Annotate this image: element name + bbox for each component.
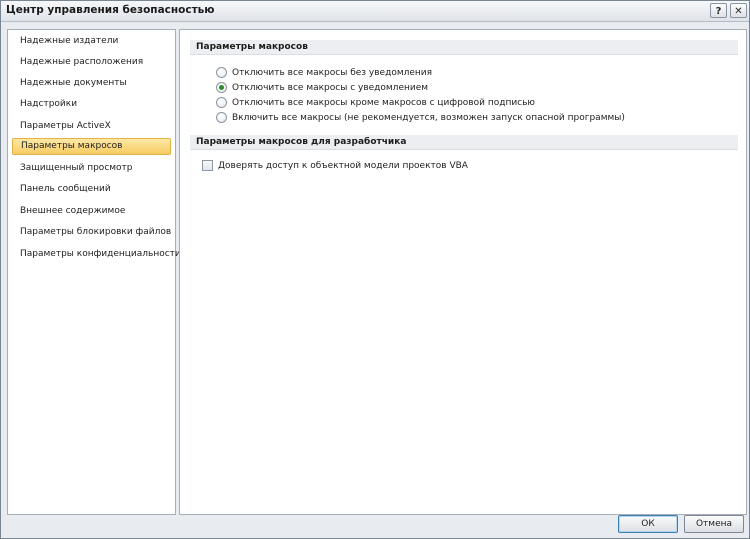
window-title: Центр управления безопасностью — [6, 4, 215, 16]
trust-center-dialog: Центр управления безопасностью ? ✕ Надеж… — [0, 0, 750, 539]
sidebar-item-protected-view[interactable]: Защищенный просмотр — [12, 160, 171, 177]
vba-access-checkbox[interactable] — [202, 160, 213, 171]
sidebar-item-privacy-options[interactable]: Параметры конфиденциальности — [12, 246, 181, 263]
sidebar-item-add-ins[interactable]: Надстройки — [12, 96, 171, 113]
radio-button[interactable] — [216, 112, 227, 123]
title-bar: Центр управления безопасностью ? ✕ — [1, 1, 749, 22]
settings-panel: Параметры макросов Отключить все макросы… — [179, 29, 747, 515]
radio-button[interactable] — [216, 97, 227, 108]
radio-button-selected[interactable] — [216, 82, 227, 93]
radio-label: Отключить все макросы без уведомления — [232, 68, 433, 78]
sidebar-item-trusted-locations[interactable]: Надежные расположения — [12, 54, 171, 71]
macro-settings-heading: Параметры макросов — [190, 40, 738, 55]
ok-button[interactable]: ОК — [618, 515, 678, 533]
sidebar-item-external-content[interactable]: Внешнее содержимое — [12, 203, 171, 220]
developer-settings-heading: Параметры макросов для разработчика — [190, 135, 738, 150]
vba-access-label: Доверять доступ к объектной модели проек… — [218, 161, 468, 171]
close-button[interactable]: ✕ — [730, 3, 747, 18]
radio-label: Включить все макросы (не рекомендуется, … — [232, 113, 625, 123]
sidebar-item-trusted-documents[interactable]: Надежные документы — [12, 75, 171, 92]
sidebar-item-activex-settings[interactable]: Параметры ActiveX — [12, 118, 171, 135]
help-button[interactable]: ? — [710, 3, 727, 18]
category-sidebar: Надежные издатели Надежные расположения … — [7, 29, 181, 515]
radio-label: Отключить все макросы с уведомлением — [232, 83, 429, 93]
radio-button[interactable] — [216, 67, 227, 78]
radio-label: Отключить все макросы кроме макросов с ц… — [232, 98, 536, 108]
sidebar-item-trusted-publishers[interactable]: Надежные издатели — [12, 33, 171, 50]
sidebar-item-macro-settings[interactable]: Параметры макросов — [12, 138, 171, 155]
sidebar-item-file-block-settings[interactable]: Параметры блокировки файлов — [12, 224, 171, 241]
cancel-button[interactable]: Отмена — [684, 515, 744, 533]
sidebar-item-message-bar[interactable]: Панель сообщений — [12, 181, 171, 198]
